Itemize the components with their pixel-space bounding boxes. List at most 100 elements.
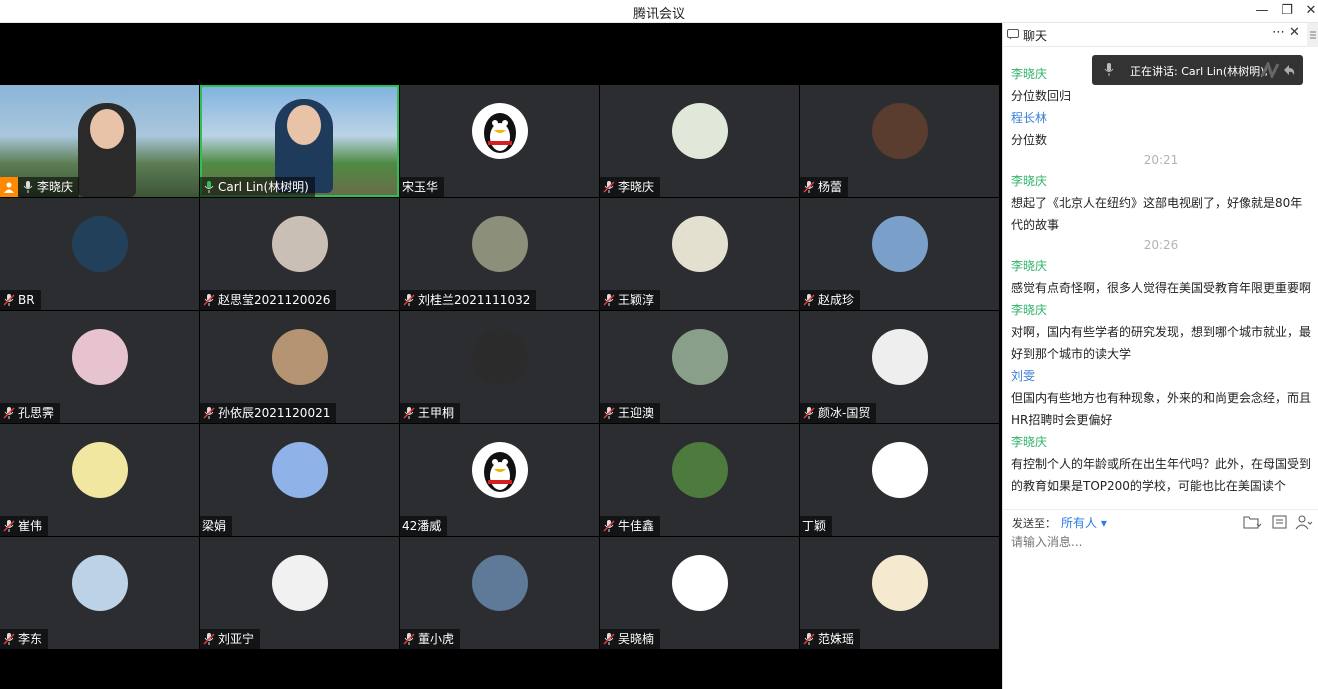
participant-tile[interactable]: 孙依辰2021120021: [200, 311, 399, 423]
participant-name-tag: 牛佳鑫: [600, 516, 661, 536]
participant-name: BR: [18, 293, 35, 307]
send-to-label: 发送至：: [1012, 517, 1056, 530]
microphone-muted-icon: [2, 293, 16, 307]
message-text: 分位数回归: [1011, 89, 1072, 103]
participant-tile[interactable]: 崔伟: [0, 424, 199, 536]
microphone-muted-icon: [2, 519, 16, 533]
participant-name: 李晓庆: [618, 180, 655, 194]
panel-menu-icon[interactable]: [1307, 23, 1318, 47]
minimize-button[interactable]: —: [1251, 2, 1273, 20]
file-icon[interactable]: [1243, 514, 1261, 530]
participant-name-tag: 崔伟: [0, 516, 49, 536]
microphone-muted-icon: [602, 519, 616, 533]
message-timestamp: 20:21: [1143, 153, 1179, 167]
participant-tile[interactable]: 李东: [0, 537, 199, 649]
participant-tile[interactable]: 范姝瑶: [800, 537, 999, 649]
participant-name-tag: 王甲桐: [400, 403, 461, 423]
speaking-indicator: 正在讲话: Carl Lin(林树明);: [1092, 55, 1303, 85]
microphone-icon: [1104, 63, 1114, 76]
collapse-icon[interactable]: [1282, 63, 1296, 77]
microphone-muted-icon: [602, 406, 616, 420]
participant-tile[interactable]: Carl Lin(林树明): [200, 85, 399, 197]
participant-name: 赵成珍: [818, 293, 855, 307]
avatar: [71, 216, 128, 272]
avatar: [471, 442, 528, 498]
recipient-dropdown[interactable]: 所有人 ▾: [1061, 514, 1107, 531]
participant-tile[interactable]: 丁颖: [800, 424, 999, 536]
message-list[interactable]: 李晓庆 分位数回归 程长林 分位数 20:21 李晓庆 想起了《北京人在纽约》这部电视剧了，…: [1003, 63, 1318, 509]
close-chat-button[interactable]: ✕: [1289, 25, 1300, 40]
speaking-text: 正在讲话: Carl Lin(林树明);: [1130, 65, 1269, 78]
message-text: 对啊，国内有些学者的研究发现，想到哪个城市就业，最好到那个城市的读大学: [1011, 325, 1312, 361]
microphone-muted-icon: [802, 632, 816, 646]
participant-tile[interactable]: 颜冰-国贸: [800, 311, 999, 423]
participant-tile[interactable]: 董小虎: [400, 537, 599, 649]
close-window-button[interactable]: ✕: [1300, 2, 1318, 20]
message-sender[interactable]: 李晓庆: [1003, 431, 1318, 453]
participant-name: 孙依辰2021120021: [218, 406, 331, 420]
participant-name-tag: 颜冰-国贸: [800, 403, 877, 423]
message-text: 但国内有些地方也有种现象，外来的和尚更会念经，而且HR招聘时会更偏好: [1011, 391, 1312, 427]
participant-tile[interactable]: 王迎澳: [600, 311, 799, 423]
microphone-muted-icon: [402, 293, 416, 307]
participant-name-tag: 孙依辰2021120021: [200, 403, 337, 423]
more-options-button[interactable]: ⋯: [1272, 25, 1285, 40]
participant-tile[interactable]: 赵成珍: [800, 198, 999, 310]
participant-tile[interactable]: 王甲桐: [400, 311, 599, 423]
participant-tile[interactable]: BR: [0, 198, 199, 310]
participant-tile[interactable]: 李晓庆: [0, 85, 199, 197]
message-text: 分位数: [1011, 133, 1048, 147]
avatar: [671, 103, 728, 159]
host-icon: [0, 177, 18, 197]
avatar: [471, 329, 528, 385]
participant-tile[interactable]: 李晓庆: [600, 85, 799, 197]
message-input[interactable]: [1011, 535, 1311, 549]
message-sender[interactable]: 程长林: [1003, 107, 1318, 129]
participant-tile[interactable]: 梁娟: [200, 424, 399, 536]
microphone-muted-icon: [202, 293, 216, 307]
participant-name: 孔思霁: [18, 406, 55, 420]
participant-tile[interactable]: 杨蕾: [800, 85, 999, 197]
message-sender[interactable]: 刘雯: [1003, 365, 1318, 387]
avatar: [471, 103, 528, 159]
message-sender[interactable]: 李晓庆: [1003, 299, 1318, 321]
participant-tile[interactable]: 刘亚宁: [200, 537, 399, 649]
restore-button[interactable]: ❐: [1276, 2, 1298, 20]
participant-name-tag: 赵成珍: [800, 290, 861, 310]
participant-tile[interactable]: 赵思莹2021120026: [200, 198, 399, 310]
participant-name-tag: 孔思霁: [0, 403, 61, 423]
message-text: 有控制个人的年龄或所在出生年代吗？此外，在母国受到的教育如果是TOP200的学校…: [1011, 457, 1312, 493]
microphone-on-icon: [21, 180, 35, 194]
avatar: [871, 216, 928, 272]
participant-tile[interactable]: 王颖淳: [600, 198, 799, 310]
participant-tile[interactable]: 42潘威: [400, 424, 599, 536]
screenshot-icon[interactable]: [1271, 514, 1289, 530]
participant-name-tag: 吴晓楠: [600, 629, 661, 649]
participant-name-tag: 赵思莹2021120026: [200, 290, 337, 310]
participant-tile[interactable]: 孔思霁: [0, 311, 199, 423]
message-text: 想起了《北京人在纽约》这部电视剧了，好像就是80年代的故事: [1011, 196, 1303, 232]
participant-name-tag: 李晓庆: [600, 177, 661, 197]
participant-name: 刘桂兰2021111032: [418, 293, 531, 307]
avatar: [671, 216, 728, 272]
avatar: [271, 329, 328, 385]
avatar: [471, 555, 528, 611]
participant-tile[interactable]: 吴晓楠: [600, 537, 799, 649]
participant-name: 李晓庆: [37, 180, 74, 194]
user-settings-icon[interactable]: [1295, 514, 1313, 530]
video-feed: [78, 103, 136, 197]
microphone-muted-icon: [802, 180, 816, 194]
message-sender[interactable]: 李晓庆: [1003, 255, 1318, 277]
title-bar: 腾讯会议 — ❐ ✕: [0, 0, 1318, 23]
message-sender[interactable]: 李晓庆: [1003, 170, 1318, 192]
chat-bubble-icon: [1007, 29, 1019, 40]
participant-name-tag: Carl Lin(林树明): [200, 177, 315, 197]
participant-name-tag: 刘亚宁: [200, 629, 261, 649]
participant-name-tag: 杨蕾: [800, 177, 849, 197]
participant-name: 颜冰-国贸: [818, 406, 871, 420]
participant-tile[interactable]: 牛佳鑫: [600, 424, 799, 536]
participant-tile[interactable]: 宋玉华: [400, 85, 599, 197]
penguin-avatar-icon: [483, 452, 516, 492]
microphone-muted-icon: [602, 632, 616, 646]
participant-tile[interactable]: 刘桂兰2021111032: [400, 198, 599, 310]
